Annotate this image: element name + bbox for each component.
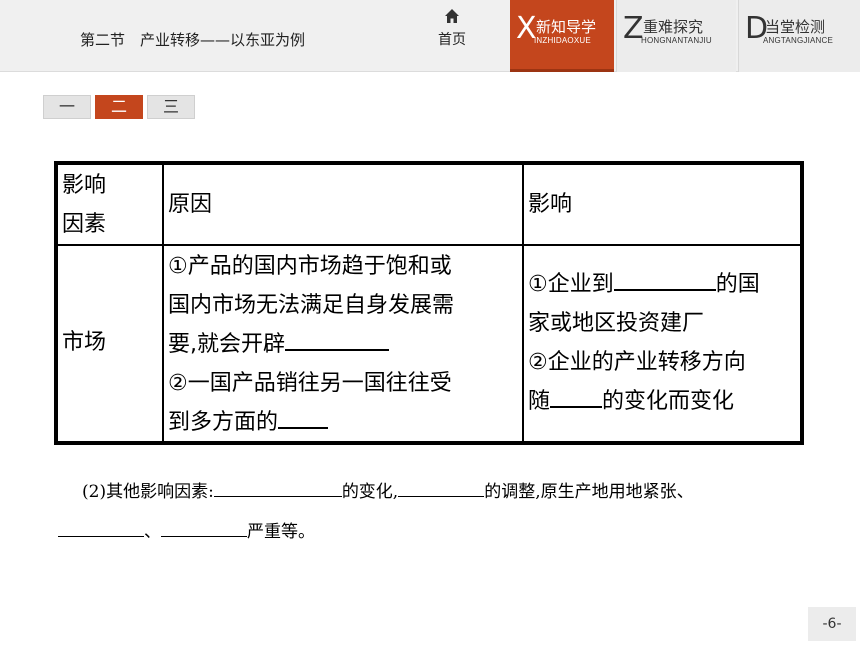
reason-line: ②一国产品销往另一国往往受 bbox=[168, 371, 452, 396]
factor-table: 影响 因素 原因 影响 市场 ①产品的国内市场趋于饱和或 国内市场无法满足自身发… bbox=[54, 161, 804, 445]
header-impact: 影响 bbox=[528, 192, 573, 217]
home-icon bbox=[445, 9, 459, 23]
home-label: 首页 bbox=[438, 32, 466, 48]
tab-pinyin: HONGNANTANJIU bbox=[641, 36, 712, 45]
impact-line: 随的变化而变化 bbox=[528, 382, 798, 421]
tab-zhongnan-tanjiu[interactable]: Z 重难探究 HONGNANTANJIU bbox=[616, 0, 736, 72]
reason-line: ①产品的国内市场趋于饱和或 bbox=[168, 254, 452, 279]
reason-line: 国内市场无法满足自身发展需 bbox=[168, 293, 455, 318]
tab-pinyin: ANGTANGJIANCE bbox=[763, 36, 834, 45]
table-divider bbox=[58, 244, 800, 246]
pager-button-2[interactable]: 二 bbox=[95, 95, 143, 119]
answer-blank bbox=[278, 403, 329, 429]
impact-line: 家或地区投资建厂 bbox=[528, 311, 705, 336]
row-factor: 市场 bbox=[62, 330, 107, 355]
para-segment: 的调整,原生产地用地紧张、 bbox=[484, 482, 694, 502]
header-factor-line: 影响 bbox=[62, 173, 107, 198]
tab-label: 当堂检测 bbox=[765, 18, 826, 36]
row-impact: ①企业到 的国 家或地区投资建厂 ②企业的产业转移方向 随的变化而变化 bbox=[528, 265, 798, 421]
header-factor: 影响 因素 bbox=[62, 166, 106, 244]
answer-blank bbox=[398, 475, 485, 497]
answer-blank bbox=[58, 515, 144, 537]
answer-blank bbox=[613, 265, 716, 291]
tab-xinzhi-daoxue[interactable]: X 新知导学 INZHIDAOXUE bbox=[510, 0, 614, 72]
reason-line: 要,就会开辟 bbox=[168, 325, 520, 364]
answer-blank bbox=[161, 515, 247, 537]
header-reason: 原因 bbox=[168, 192, 213, 217]
pager-button-3[interactable]: 三 bbox=[147, 95, 195, 119]
para-prefix: (2)其他影响因素: bbox=[82, 482, 214, 502]
para-segment: 、 bbox=[144, 522, 161, 542]
answer-blank bbox=[550, 382, 603, 408]
row-reason: ①产品的国内市场趋于饱和或 国内市场无法满足自身发展需 要,就会开辟 ②一国产品… bbox=[168, 247, 520, 442]
page-number: -6- bbox=[808, 607, 856, 641]
tab-label: 新知导学 bbox=[536, 18, 597, 36]
home-button[interactable]: 首页 bbox=[424, 6, 480, 66]
tab-active-underline bbox=[510, 69, 614, 72]
table-divider bbox=[162, 165, 164, 441]
other-factors-paragraph: (2)其他影响因素: 的变化, 的调整,原生产地用地紧张、 、 严重等。 bbox=[58, 472, 798, 552]
pager-button-1[interactable]: 一 bbox=[43, 95, 91, 119]
answer-blank bbox=[213, 475, 342, 497]
para-segment: 严重等。 bbox=[247, 522, 315, 542]
table-divider bbox=[522, 165, 524, 441]
answer-blank bbox=[285, 325, 389, 351]
impact-line: ②企业的产业转移方向 bbox=[528, 350, 746, 375]
header-factor-line: 因素 bbox=[62, 212, 107, 237]
tab-label: 重难探究 bbox=[643, 18, 704, 36]
reason-line: 到多方面的 bbox=[168, 403, 520, 442]
top-header: 第二节 产业转移——以东亚为例 首页 X 新知导学 INZHIDAOXUE Z … bbox=[0, 0, 860, 72]
lesson-title: 第二节 产业转移——以东亚为例 bbox=[80, 31, 306, 49]
tab-dangtang-jiance[interactable]: D 当堂检测 ANGTANGJIANCE bbox=[738, 0, 860, 72]
impact-line: ①企业到 的国 bbox=[528, 265, 798, 304]
tab-pinyin: INZHIDAOXUE bbox=[534, 36, 591, 45]
para-segment: 的变化, bbox=[341, 482, 399, 502]
